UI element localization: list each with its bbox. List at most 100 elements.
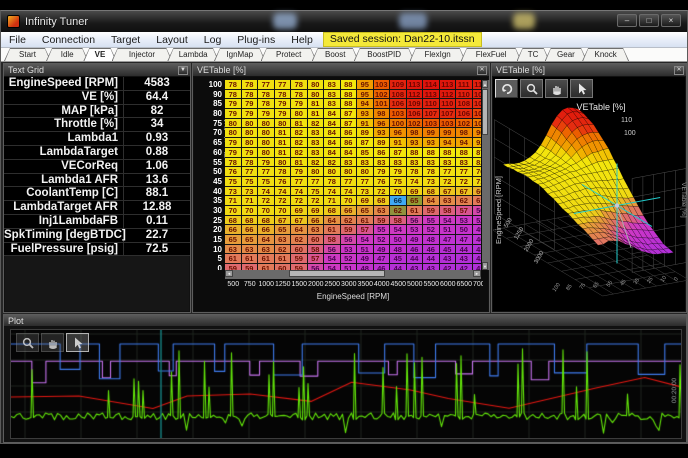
zoom-icon[interactable] (16, 333, 39, 352)
ve-cell[interactable]: 69 (291, 206, 308, 216)
ve-cell[interactable]: 68 (374, 196, 391, 206)
ve-cell[interactable]: 53 (407, 225, 424, 235)
ve-cell[interactable]: 54 (357, 235, 374, 245)
ve-cell[interactable]: 78 (275, 167, 292, 177)
ve-cell[interactable]: 78 (423, 167, 440, 177)
ve-cell[interactable]: 43 (456, 254, 473, 264)
ve-cell[interactable]: 54 (390, 225, 407, 235)
ve-cell[interactable]: 79 (225, 99, 242, 109)
ve-cell[interactable]: 58 (308, 245, 325, 255)
ve-cell[interactable]: 107 (423, 109, 440, 119)
ve-cell[interactable]: 80 (341, 167, 358, 177)
tab-start[interactable]: Start (4, 48, 51, 61)
ve-cell[interactable]: 70 (242, 206, 259, 216)
ve-cell[interactable]: 80 (308, 80, 325, 90)
tab-flexign[interactable]: FlexIgn (410, 48, 466, 61)
ve-cell[interactable]: 83 (423, 158, 440, 168)
ve-vertical-scrollbar[interactable]: ▲ ▼ (482, 80, 490, 270)
ve-cell[interactable]: 78 (407, 167, 424, 177)
close-icon[interactable]: ✕ (674, 66, 684, 75)
ve-cell[interactable]: 46 (407, 245, 424, 255)
ve-cell[interactable]: 68 (225, 216, 242, 226)
ve-cell[interactable]: 69 (407, 187, 424, 197)
tab-gear[interactable]: Gear (545, 48, 587, 61)
ve-cell[interactable]: 57 (456, 206, 473, 216)
minimize-button[interactable]: – (617, 14, 637, 27)
ve-cell[interactable]: 103 (390, 109, 407, 119)
ve-cell[interactable]: 82 (291, 148, 308, 158)
scroll-left-icon[interactable]: ◄ (225, 270, 233, 277)
ve-cell[interactable]: 69 (357, 196, 374, 206)
ve-cell[interactable]: 83 (456, 158, 473, 168)
ve-cell[interactable]: 66 (225, 225, 242, 235)
ve-cell[interactable]: 65 (357, 206, 374, 216)
ve-cell[interactable]: 91 (390, 138, 407, 148)
ve-cell[interactable]: 51 (357, 245, 374, 255)
ve-cell[interactable]: 59 (291, 254, 308, 264)
ve-cell[interactable]: 79 (291, 167, 308, 177)
ve-cell[interactable]: 109 (390, 80, 407, 90)
ve-cell[interactable]: 95 (357, 80, 374, 90)
ve-cell[interactable]: 72 (308, 196, 325, 206)
ve-cell[interactable]: 79 (225, 109, 242, 119)
ve-cell[interactable]: 109 (473, 90, 482, 100)
ve-cell[interactable]: 95 (357, 90, 374, 100)
ve-cell[interactable]: 65 (407, 196, 424, 206)
ve-cell[interactable]: 80 (275, 119, 292, 129)
ve-cell[interactable]: 84 (324, 138, 341, 148)
ve-cell[interactable]: 78 (258, 99, 275, 109)
ve-cell[interactable]: 64 (324, 216, 341, 226)
ve-cell[interactable]: 100 (473, 119, 482, 129)
ve-cell[interactable]: 80 (242, 128, 259, 138)
ve-cell[interactable]: 77 (275, 80, 292, 90)
ve-cell[interactable]: 55 (423, 216, 440, 226)
ve-cell[interactable]: 94 (456, 138, 473, 148)
ve-cell[interactable]: 50 (456, 225, 473, 235)
ve-cell[interactable]: 80 (258, 148, 275, 158)
menu-item-layout[interactable]: Layout (148, 32, 196, 48)
ve-cell[interactable]: 54 (440, 216, 457, 226)
menu-item-plugins[interactable]: Plug-ins (229, 32, 283, 48)
ve-cell[interactable]: 65 (242, 235, 259, 245)
ve-cell[interactable]: 61 (275, 254, 292, 264)
pointer-icon[interactable] (570, 79, 593, 98)
ve-cell[interactable]: 80 (242, 138, 259, 148)
tab-idle[interactable]: Idle (46, 48, 88, 61)
ve-cell[interactable]: 77 (291, 177, 308, 187)
ve-cell[interactable]: 80 (291, 109, 308, 119)
ve-cell[interactable]: 62 (456, 196, 473, 206)
ve-cell[interactable]: 63 (258, 245, 275, 255)
ve-cell[interactable]: 73 (242, 187, 259, 197)
ve-cell[interactable]: 110 (423, 99, 440, 109)
ve-cell[interactable]: 88 (341, 90, 358, 100)
ve-cell[interactable]: 82 (291, 138, 308, 148)
ve-cell[interactable]: 58 (440, 206, 457, 216)
ve-cell[interactable]: 76 (374, 177, 391, 187)
ve-cell[interactable]: 69 (308, 206, 325, 216)
ve-cell[interactable]: 67 (291, 216, 308, 226)
tab-ignmap[interactable]: IgnMap (214, 48, 266, 61)
ve-cell[interactable]: 79 (275, 99, 292, 109)
ve-cell[interactable]: 60 (291, 245, 308, 255)
ve-cell[interactable]: 87 (390, 148, 407, 158)
ve-cell[interactable]: 106 (390, 99, 407, 109)
tab-injector[interactable]: Injector (112, 48, 173, 61)
ve-cell[interactable]: 80 (225, 119, 242, 129)
ve-cell[interactable]: 79 (390, 167, 407, 177)
ve-cell[interactable]: 77 (456, 167, 473, 177)
tab-knock[interactable]: Knock (582, 48, 629, 61)
ve-cell[interactable]: 73 (225, 187, 242, 197)
ve-cell[interactable]: 87 (473, 148, 482, 158)
ve-cell[interactable]: 71 (225, 196, 242, 206)
ve-cell[interactable]: 79 (242, 109, 259, 119)
ve-cell[interactable]: 66 (258, 225, 275, 235)
ve-cell[interactable]: 81 (275, 148, 292, 158)
ve-cell[interactable]: 86 (374, 148, 391, 158)
ve-cell[interactable]: 81 (291, 158, 308, 168)
ve-cell[interactable]: 48 (390, 245, 407, 255)
ve-cell[interactable]: 96 (374, 119, 391, 129)
ve-cell[interactable]: 53 (341, 245, 358, 255)
ve-cell[interactable]: 80 (242, 119, 259, 129)
ve-cell[interactable]: 84 (324, 119, 341, 129)
close-icon[interactable]: ✕ (477, 66, 487, 75)
